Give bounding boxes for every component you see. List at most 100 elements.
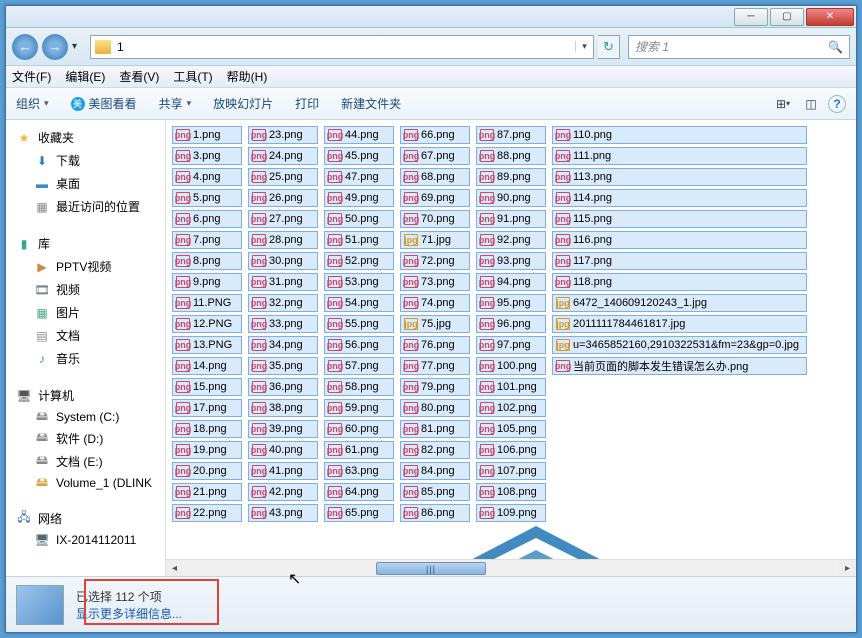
- file-item[interactable]: png88.png: [476, 147, 546, 165]
- nav-music[interactable]: ♪音乐: [6, 347, 165, 370]
- file-item[interactable]: png81.png: [400, 420, 470, 438]
- file-item[interactable]: png111.png: [552, 147, 807, 165]
- nav-documents[interactable]: ▤文档: [6, 324, 165, 347]
- file-item[interactable]: png106.png: [476, 441, 546, 459]
- file-list[interactable]: png1.pngpng3.pngpng4.pngpng5.pngpng6.png…: [166, 120, 856, 559]
- file-item[interactable]: png96.png: [476, 315, 546, 333]
- maximize-button[interactable]: ▢: [770, 8, 804, 26]
- file-item[interactable]: png55.png: [324, 315, 394, 333]
- nav-network-pc[interactable]: 🖥IX-2014112011: [6, 530, 165, 550]
- file-item[interactable]: png65.png: [324, 504, 394, 522]
- file-item[interactable]: png19.png: [172, 441, 242, 459]
- scroll-right-button[interactable]: ▸: [839, 560, 856, 577]
- file-item[interactable]: png31.png: [248, 273, 318, 291]
- file-item[interactable]: png12.PNG: [172, 315, 242, 333]
- nav-history-dropdown[interactable]: ▾: [72, 41, 86, 52]
- file-item[interactable]: png41.png: [248, 462, 318, 480]
- file-item[interactable]: png76.png: [400, 336, 470, 354]
- file-item[interactable]: png6.png: [172, 210, 242, 228]
- file-item[interactable]: png110.png: [552, 126, 807, 144]
- file-item[interactable]: png97.png: [476, 336, 546, 354]
- file-item[interactable]: png117.png: [552, 252, 807, 270]
- file-item[interactable]: png25.png: [248, 168, 318, 186]
- preview-pane-icon[interactable]: ◫: [800, 94, 822, 114]
- file-item[interactable]: png9.png: [172, 273, 242, 291]
- forward-button[interactable]: →: [42, 34, 68, 60]
- file-item[interactable]: png118.png: [552, 273, 807, 291]
- file-item[interactable]: png73.png: [400, 273, 470, 291]
- file-item[interactable]: png86.png: [400, 504, 470, 522]
- file-item[interactable]: png59.png: [324, 399, 394, 417]
- file-item[interactable]: png74.png: [400, 294, 470, 312]
- address-bar[interactable]: 1 ▾: [90, 35, 594, 59]
- file-item[interactable]: png94.png: [476, 273, 546, 291]
- file-item[interactable]: png61.png: [324, 441, 394, 459]
- file-item[interactable]: png85.png: [400, 483, 470, 501]
- horizontal-scrollbar[interactable]: ◂ ||| ▸: [166, 559, 856, 576]
- nav-video[interactable]: 🎞视频: [6, 278, 165, 301]
- file-item[interactable]: png36.png: [248, 378, 318, 396]
- file-item[interactable]: png28.png: [248, 231, 318, 249]
- nav-drive-c[interactable]: 🖴System (C:): [6, 407, 165, 427]
- file-item[interactable]: png39.png: [248, 420, 318, 438]
- file-item[interactable]: png82.png: [400, 441, 470, 459]
- file-item[interactable]: png90.png: [476, 189, 546, 207]
- file-item[interactable]: png60.png: [324, 420, 394, 438]
- file-item[interactable]: png102.png: [476, 399, 546, 417]
- file-item[interactable]: png52.png: [324, 252, 394, 270]
- nav-downloads[interactable]: ⬇下载: [6, 149, 165, 172]
- file-item[interactable]: png87.png: [476, 126, 546, 144]
- share-button[interactable]: 共享▾: [159, 95, 192, 112]
- file-item[interactable]: png13.PNG: [172, 336, 242, 354]
- file-item[interactable]: png67.png: [400, 147, 470, 165]
- file-item[interactable]: png80.png: [400, 399, 470, 417]
- nav-favorites[interactable]: ★收藏夹: [6, 126, 165, 149]
- file-item[interactable]: jpg2011111784461817.jpg: [552, 315, 807, 333]
- file-item[interactable]: png92.png: [476, 231, 546, 249]
- status-more-link[interactable]: 显示更多详细信息...: [76, 605, 182, 622]
- nav-network[interactable]: 🖧网络: [6, 507, 165, 530]
- file-item[interactable]: png30.png: [248, 252, 318, 270]
- file-item[interactable]: png101.png: [476, 378, 546, 396]
- file-item[interactable]: png15.png: [172, 378, 242, 396]
- file-item[interactable]: png105.png: [476, 420, 546, 438]
- nav-desktop[interactable]: ▬桌面: [6, 172, 165, 195]
- file-item[interactable]: png79.png: [400, 378, 470, 396]
- menu-help[interactable]: 帮助(H): [227, 68, 268, 85]
- menu-view[interactable]: 查看(V): [119, 68, 159, 85]
- nav-drive-vol1[interactable]: 🖴Volume_1 (DLINK: [6, 473, 165, 493]
- file-item[interactable]: png84.png: [400, 462, 470, 480]
- file-item[interactable]: png22.png: [172, 504, 242, 522]
- file-item[interactable]: png27.png: [248, 210, 318, 228]
- minimize-button[interactable]: ─: [734, 8, 768, 26]
- file-item[interactable]: png23.png: [248, 126, 318, 144]
- file-item[interactable]: png45.png: [324, 147, 394, 165]
- file-item[interactable]: png70.png: [400, 210, 470, 228]
- file-item[interactable]: png42.png: [248, 483, 318, 501]
- file-item[interactable]: png20.png: [172, 462, 242, 480]
- refresh-button[interactable]: ↻: [598, 35, 620, 59]
- file-item[interactable]: png91.png: [476, 210, 546, 228]
- file-item[interactable]: png51.png: [324, 231, 394, 249]
- file-item[interactable]: png24.png: [248, 147, 318, 165]
- file-item[interactable]: png17.png: [172, 399, 242, 417]
- file-item[interactable]: png47.png: [324, 168, 394, 186]
- file-item[interactable]: png34.png: [248, 336, 318, 354]
- file-item[interactable]: png5.png: [172, 189, 242, 207]
- file-item[interactable]: png69.png: [400, 189, 470, 207]
- file-item[interactable]: png3.png: [172, 147, 242, 165]
- file-item[interactable]: png1.png: [172, 126, 242, 144]
- file-item[interactable]: png49.png: [324, 189, 394, 207]
- nav-pptv[interactable]: ▶PPTV视频: [6, 255, 165, 278]
- search-box[interactable]: 搜索 1 🔍: [628, 35, 850, 59]
- file-item[interactable]: png93.png: [476, 252, 546, 270]
- file-item[interactable]: png53.png: [324, 273, 394, 291]
- nav-libraries[interactable]: ▮库: [6, 232, 165, 255]
- file-item[interactable]: png115.png: [552, 210, 807, 228]
- file-item[interactable]: png44.png: [324, 126, 394, 144]
- file-item[interactable]: png21.png: [172, 483, 242, 501]
- file-item[interactable]: png57.png: [324, 357, 394, 375]
- file-item[interactable]: jpg75.jpg: [400, 315, 470, 333]
- nav-drive-d[interactable]: 🖴软件 (D:): [6, 427, 165, 450]
- file-item[interactable]: png14.png: [172, 357, 242, 375]
